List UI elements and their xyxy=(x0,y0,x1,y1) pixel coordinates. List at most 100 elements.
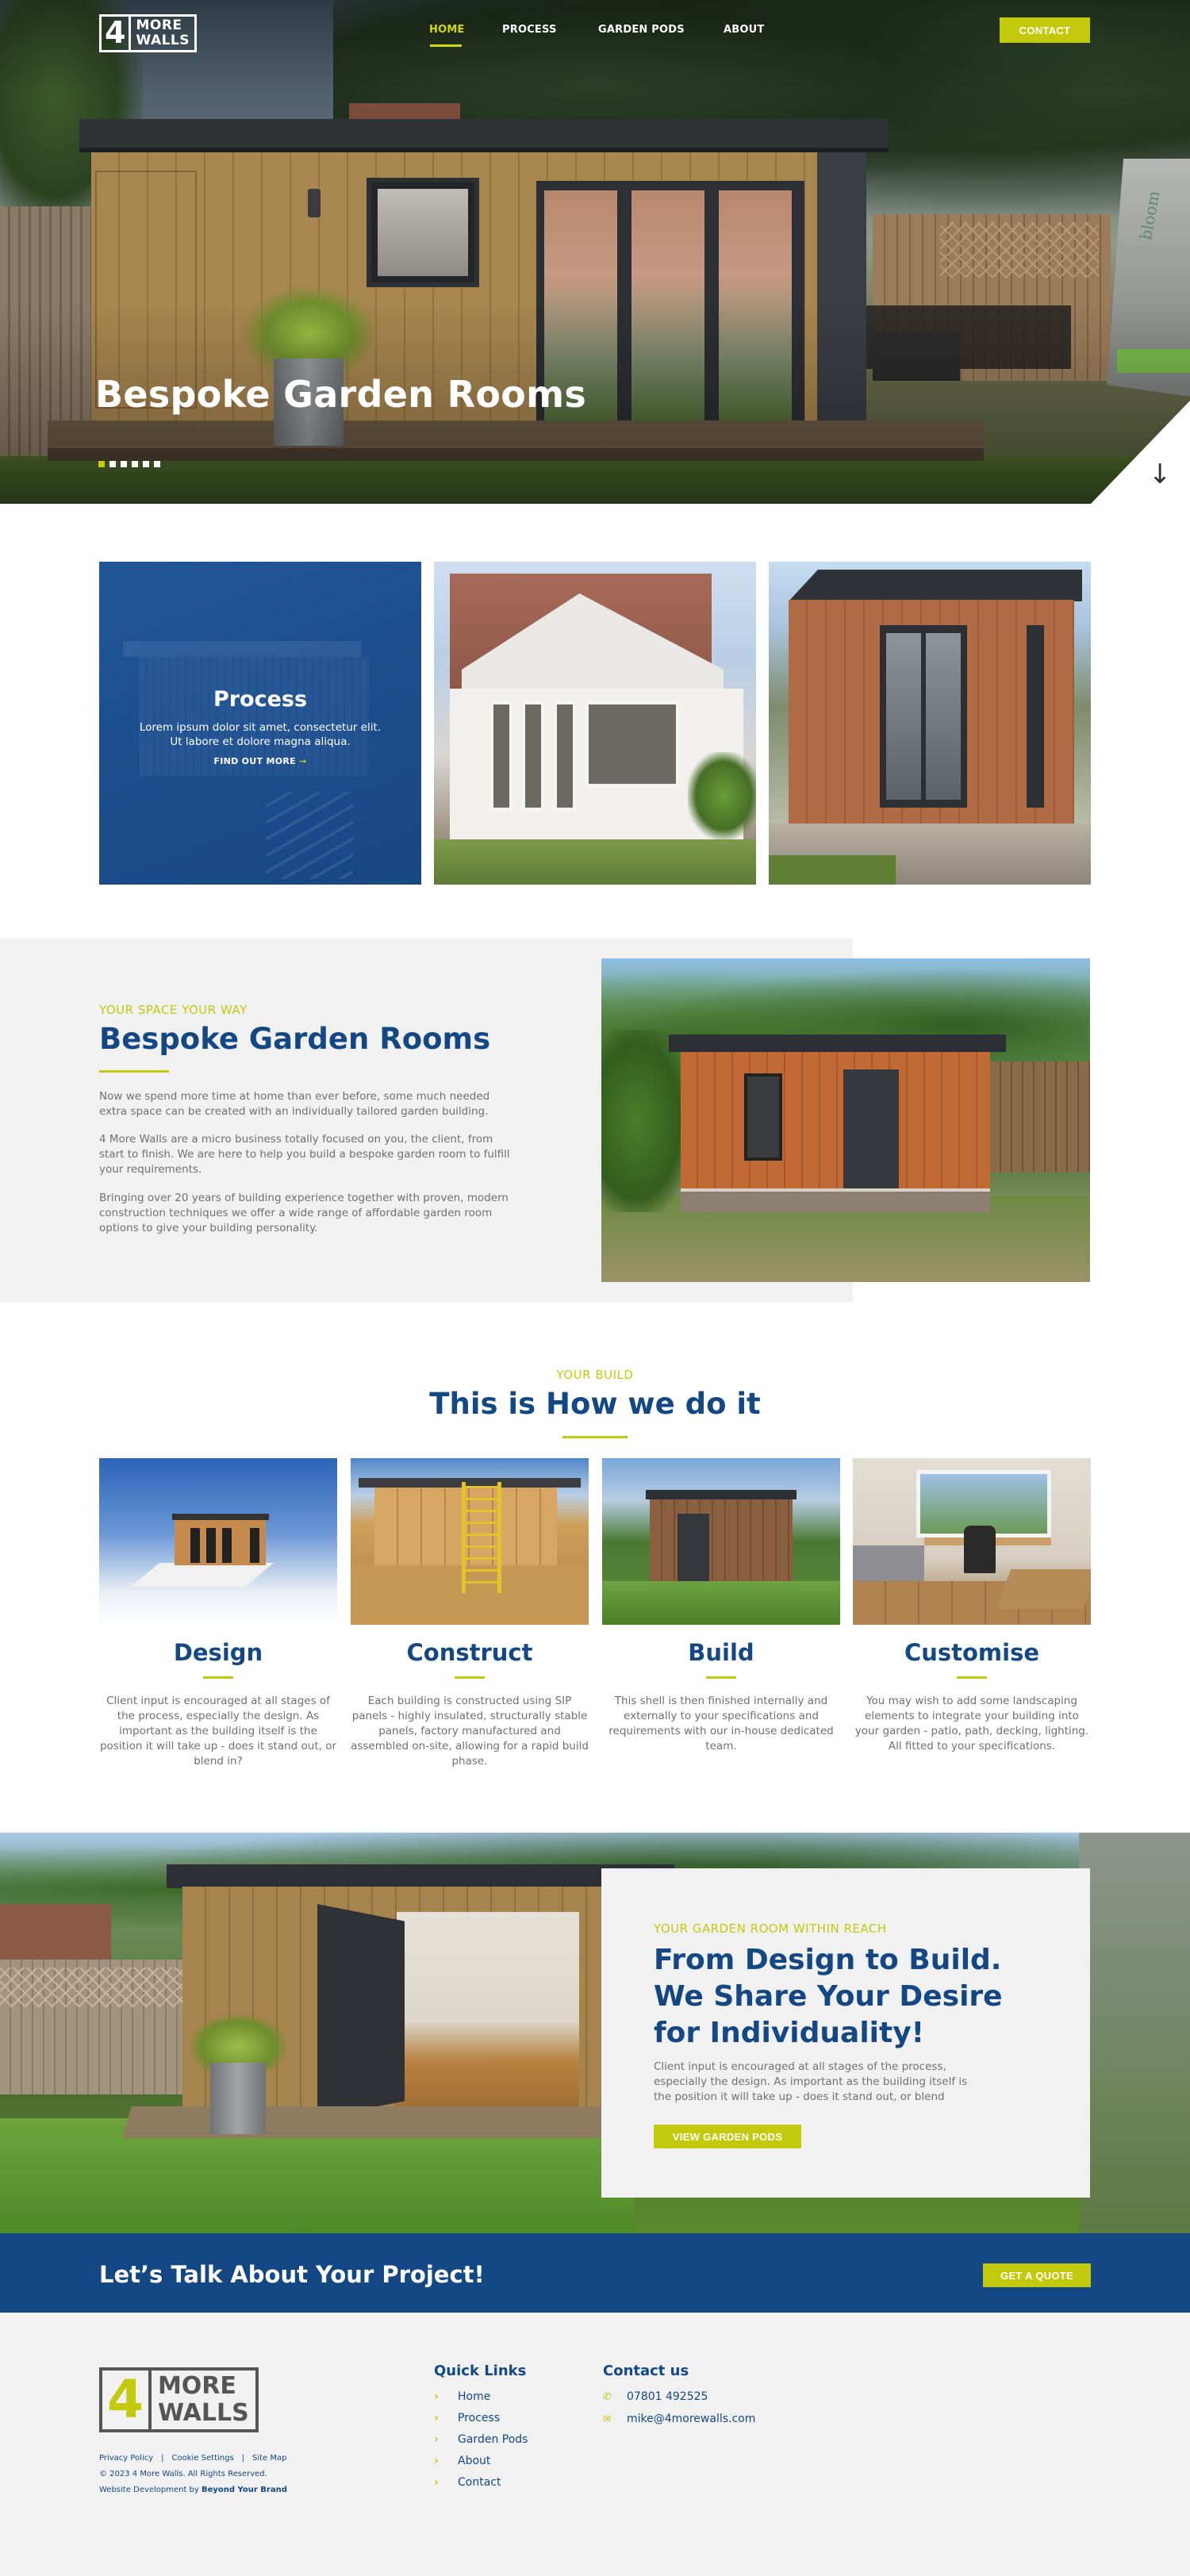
contact-title: Contact us xyxy=(603,2363,689,2379)
dtb-title-line: From Design to Build. xyxy=(654,1944,1002,1976)
cookie-settings-link[interactable]: Cookie Settings xyxy=(172,2454,234,2463)
cta-text: Let’s Talk About Your Project! xyxy=(99,2261,485,2288)
step-text-build: This shell is then finished internally a… xyxy=(608,1695,834,1753)
step-title-customise: Customise xyxy=(904,1639,1040,1666)
step-divider xyxy=(706,1676,736,1679)
dtb-text: Client input is encouraged at all stages… xyxy=(654,2060,968,2103)
logo-word-walls: WALLS xyxy=(136,33,190,48)
photo-house xyxy=(0,1904,111,1968)
photo-window xyxy=(585,701,680,788)
footer-logo-word-walls: WALLS xyxy=(157,2399,249,2427)
nav-item-process[interactable]: PROCESS xyxy=(502,24,557,36)
render-door xyxy=(190,1528,200,1563)
bespoke-eyebrow: YOUR SPACE YOUR WAY xyxy=(99,1003,248,1017)
footer-copyright: © 2023 4 More Walls. All Rights Reserved… xyxy=(99,2470,267,2478)
dtb-eyebrow: YOUR GARDEN ROOM WITHIN REACH xyxy=(654,1921,887,1936)
slider-dot[interactable] xyxy=(109,461,116,467)
photo-fence xyxy=(990,1061,1090,1173)
photo-plant xyxy=(688,752,756,839)
photo-roof xyxy=(167,1864,674,1888)
nav-item-about[interactable]: ABOUT xyxy=(724,24,764,36)
credit-prefix: Website Development by xyxy=(99,2486,199,2494)
step-title-design: Design xyxy=(173,1639,263,1666)
step-title-build: Build xyxy=(688,1639,754,1666)
legal-separator: | xyxy=(161,2454,164,2463)
find-out-more-link[interactable]: FIND OUT MORE → xyxy=(99,756,421,766)
nav-item-garden-pods[interactable]: GARDEN PODS xyxy=(598,24,685,36)
credit-brand-link[interactable]: Beyond Your Brand xyxy=(202,2486,287,2494)
footer-credit: Website Development by Beyond Your Brand xyxy=(99,2486,287,2494)
process-card[interactable]: Process Lorem ipsum dolor sit amet, cons… xyxy=(99,562,421,885)
quick-link-label: Contact xyxy=(458,2476,501,2489)
bespoke-paragraph: Bringing over 20 years of building exper… xyxy=(99,1192,509,1234)
chevron-right-icon: › xyxy=(434,2412,439,2424)
slider-dot[interactable] xyxy=(143,461,149,467)
quick-link-process[interactable]: › Process xyxy=(434,2412,528,2424)
footer xyxy=(0,2313,1190,2576)
footer-logo-word-more: MORE xyxy=(157,2372,236,2400)
photo-window xyxy=(489,701,513,812)
quick-link-about[interactable]: › About xyxy=(434,2455,528,2467)
how-divider xyxy=(562,1436,628,1438)
quick-link-contact[interactable]: › Contact xyxy=(434,2476,528,2489)
photo-planter xyxy=(210,2063,266,2134)
render-door xyxy=(222,1528,232,1563)
logo-box: 4 MORE WALLS xyxy=(99,14,198,52)
quick-link-label: Process xyxy=(458,2412,501,2424)
step-divider xyxy=(455,1676,485,1679)
process-card-text: Lorem ipsum dolor sit amet, consectetur … xyxy=(139,721,382,748)
photo-window xyxy=(521,701,545,812)
photo-hedge xyxy=(601,1030,689,1212)
process-card-title: Process xyxy=(213,687,308,712)
photo-bifold-doors xyxy=(317,1904,405,2118)
nav-item-home[interactable]: HOME xyxy=(429,24,465,36)
contact-phone[interactable]: ✆ 07801 492525 xyxy=(603,2390,708,2403)
slider-dot[interactable] xyxy=(154,461,160,467)
garden-room-photo-white xyxy=(434,562,756,885)
slider-dot[interactable] xyxy=(98,461,105,467)
step-divider xyxy=(203,1676,233,1679)
phone-number: 07801 492525 xyxy=(627,2390,708,2403)
photo-deck xyxy=(681,1188,990,1212)
build-door xyxy=(678,1514,709,1581)
logo-number: 4 xyxy=(102,17,132,50)
build-lawn xyxy=(602,1581,840,1625)
privacy-policy-link[interactable]: Privacy Policy xyxy=(99,2454,153,2463)
view-garden-pods-button[interactable]: VIEW GARDEN PODS xyxy=(654,2125,801,2148)
contact-button[interactable]: CONTACT xyxy=(1000,17,1090,43)
photo-cabin-interior xyxy=(397,1912,579,2110)
step-image-construct xyxy=(351,1458,589,1625)
footer-logo-number: 4 xyxy=(102,2371,152,2429)
render-roof xyxy=(172,1514,269,1520)
photo-roof xyxy=(669,1035,1006,1052)
arrow-down-icon[interactable]: ↓ xyxy=(1149,457,1172,492)
footer-logo[interactable]: 4 MORE WALLS xyxy=(99,2367,259,2432)
slider-dots xyxy=(98,461,160,467)
bespoke-photo xyxy=(601,958,1090,1282)
chevron-right-icon: › xyxy=(434,2390,439,2403)
find-out-more-label: FIND OUT MORE xyxy=(213,756,296,766)
quick-links-list: › Home › Process › Garden Pods › About › Cont… xyxy=(434,2390,528,2489)
footer-legal-links: Privacy Policy | Cookie Settings | Site … xyxy=(99,2454,287,2463)
quick-link-label: Home xyxy=(458,2390,491,2403)
site-map-link[interactable]: Site Map xyxy=(252,2454,286,2463)
how-title: This is How we do it xyxy=(429,1387,761,1421)
interior-bench xyxy=(996,1569,1091,1609)
construct-ladder xyxy=(462,1482,501,1593)
arrow-right-icon: → xyxy=(299,756,307,766)
photo-trellis xyxy=(0,1968,198,2007)
get-a-quote-button[interactable]: GET A QUOTE xyxy=(983,2263,1091,2287)
quick-link-home[interactable]: › Home xyxy=(434,2390,528,2403)
slider-dot[interactable] xyxy=(132,461,138,467)
hero-shade xyxy=(0,0,1190,504)
contact-email[interactable]: ✉ mike@4morewalls.com xyxy=(603,2413,755,2425)
quick-link-garden-pods[interactable]: › Garden Pods xyxy=(434,2433,528,2446)
render-door xyxy=(250,1528,259,1563)
step-divider xyxy=(957,1676,987,1679)
header-logo[interactable]: 4 MORE WALLS xyxy=(99,14,198,52)
photo-window xyxy=(744,1073,782,1161)
slider-dot[interactable] xyxy=(121,461,127,467)
photo-lawn xyxy=(434,839,756,885)
photo-door-glass xyxy=(886,633,921,800)
how-eyebrow: YOUR BUILD xyxy=(556,1368,634,1382)
